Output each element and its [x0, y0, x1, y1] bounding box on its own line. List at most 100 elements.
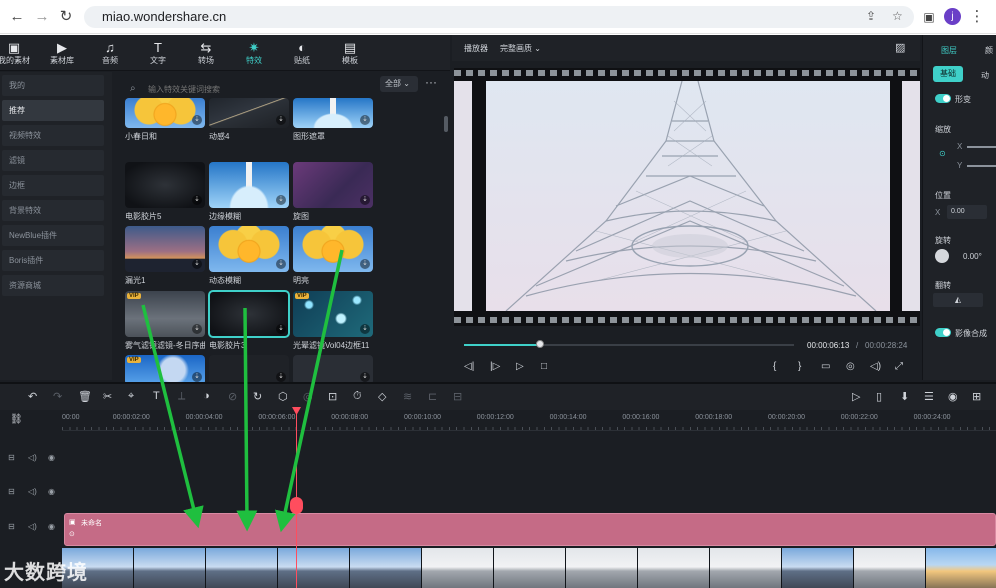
effect-thumbnail[interactable]: VIP ⇣ — [125, 291, 205, 337]
scale-x-slider[interactable] — [967, 146, 996, 148]
scale-y-slider[interactable] — [967, 165, 996, 167]
download-icon[interactable]: ⇣ — [360, 115, 370, 125]
timeline-tool-button[interactable]: ⏱ — [353, 390, 362, 403]
tab-effects[interactable]: ✷ 特效 — [232, 40, 276, 66]
effect-card[interactable]: ⇣ 动态模糊 — [209, 226, 289, 286]
download-icon[interactable]: ⇣ — [360, 259, 370, 269]
track-lock-icon[interactable]: ⊟ — [8, 487, 15, 496]
effect-thumbnail[interactable]: ⇣ — [208, 290, 290, 338]
effect-card[interactable]: ⇣ 旋图 — [293, 162, 373, 222]
effect-card[interactable]: ⇣ — [209, 355, 289, 385]
transform-toggle[interactable] — [935, 94, 951, 103]
tab-transition[interactable]: ⇆ 转场 — [184, 40, 228, 66]
track-audio-icon[interactable]: ◁) — [28, 453, 37, 462]
track-audio-icon[interactable]: ◁) — [28, 522, 37, 531]
effect-thumbnail[interactable]: VIP ⇣ — [125, 355, 205, 385]
playhead-handle[interactable] — [290, 497, 303, 514]
tab-layer[interactable]: 图层 — [941, 45, 957, 56]
timeline-right-tool-button[interactable]: ◉ — [948, 390, 958, 403]
timeline-tool-button[interactable]: ⊘ — [228, 390, 237, 403]
tab-music[interactable]: ♫ 音频 — [88, 40, 132, 66]
download-icon[interactable]: ⇣ — [192, 259, 202, 269]
tab-animation[interactable]: 动 — [981, 70, 989, 81]
sidebar-item[interactable]: NewBlue插件 — [2, 225, 104, 246]
tab-folder[interactable]: ▣ 我的素材 — [0, 40, 36, 66]
tab-text[interactable]: T 文字 — [136, 40, 180, 66]
download-icon[interactable]: ⇣ — [276, 259, 286, 269]
tab-basic[interactable]: 基础 — [933, 66, 963, 82]
effect-thumbnail[interactable]: VIP ⇣ — [293, 291, 373, 337]
timeline-tool-button[interactable]: ↷ — [53, 390, 62, 403]
menu-kebab-icon[interactable]: ⋮ — [968, 8, 986, 26]
link-icon[interactable]: ⛓ — [10, 414, 23, 425]
effect-card[interactable]: ⇣ 电影胶片3 — [208, 290, 290, 351]
download-icon[interactable]: ⇣ — [360, 372, 370, 382]
tab-media-library[interactable]: ▶ 素材库 — [40, 40, 84, 66]
effect-card[interactable]: ⇣ 图形遮罩 — [293, 98, 373, 142]
rotate-value[interactable]: 0.00° — [963, 252, 982, 261]
download-icon[interactable]: ⇣ — [276, 195, 286, 205]
track-audio-icon[interactable]: ◁) — [28, 487, 37, 496]
timeline-tool-button[interactable]: ⊡ — [328, 390, 337, 403]
quality-select[interactable]: 完整画质 ⌄ — [500, 43, 541, 54]
forward-icon[interactable]: → — [33, 8, 51, 26]
sidebar-item[interactable]: 边框 — [2, 175, 104, 196]
effect-card[interactable]: ⇣ 电影胶片5 — [125, 162, 205, 222]
timeline-right-tool-button[interactable]: ▯ — [876, 390, 882, 403]
bookmark-star-icon[interactable]: ☆ — [892, 9, 903, 23]
timeline-tool-button[interactable]: ≋ — [403, 390, 412, 403]
progress-handle[interactable] — [535, 340, 544, 348]
timeline-tool-button[interactable]: ↶ — [28, 390, 37, 403]
effect-card[interactable]: ⇣ 动感4 — [209, 98, 289, 142]
effect-thumbnail[interactable]: ⇣ — [293, 355, 373, 385]
sidebar-item[interactable]: 视频特效 — [2, 125, 104, 146]
effect-thumbnail[interactable]: ⇣ — [209, 355, 289, 385]
volume-button[interactable]: ◁) — [870, 361, 881, 372]
download-icon[interactable]: ⇣ — [192, 115, 202, 125]
tab-template[interactable]: ▤ 模板 — [328, 40, 372, 66]
effect-card[interactable]: ⇣ 小春日和 — [125, 98, 205, 142]
snapshot-button[interactable]: ◎ — [846, 361, 855, 372]
timeline-tool-button[interactable]: ⬡ — [278, 390, 288, 403]
effect-thumbnail[interactable]: ⇣ — [209, 98, 289, 128]
more-options-button[interactable]: ··· — [425, 75, 437, 89]
timeline-right-tool-button[interactable]: ⊞ — [972, 390, 981, 403]
sidebar-item[interactable]: 我的 — [2, 75, 104, 96]
timeline-tool-button[interactable]: ↻ — [253, 390, 262, 403]
download-icon[interactable]: ⇣ — [192, 372, 202, 382]
sidebar-item[interactable]: Boris插件 — [2, 250, 104, 271]
sidepanel-icon[interactable]: ▣ — [920, 8, 938, 26]
effect-thumbnail[interactable]: ⇣ — [209, 162, 289, 208]
timeline-tool-button[interactable]: ✂ — [103, 390, 112, 403]
download-icon[interactable]: ⇣ — [192, 195, 202, 205]
next-frame-button[interactable]: |▷ — [490, 361, 500, 372]
download-icon[interactable]: ⇣ — [360, 195, 370, 205]
display-button[interactable]: ▭ — [821, 361, 830, 372]
effects-scrollbar[interactable] — [444, 116, 448, 132]
track-eye-icon[interactable]: ◉ — [48, 522, 55, 531]
effect-thumbnail[interactable]: ⇣ — [125, 98, 205, 128]
mark-in-button[interactable]: { — [773, 361, 776, 372]
sidebar-item[interactable]: 背景特效 — [2, 200, 104, 221]
timeline-tool-button[interactable]: ⊟ — [453, 390, 462, 403]
profile-avatar[interactable]: j — [944, 8, 961, 25]
effect-card[interactable]: VIP ⇣ 雾气滤镜滤镜-冬日序曲 — [125, 291, 205, 351]
composite-toggle[interactable] — [935, 328, 951, 337]
share-icon[interactable]: ⇪ — [866, 9, 876, 23]
download-icon[interactable]: ⇣ — [276, 372, 286, 382]
timeline-tool-button[interactable]: 🗑 — [78, 390, 92, 403]
track-lock-icon[interactable]: ⊟ — [8, 453, 15, 462]
effect-thumbnail[interactable]: ⇣ — [125, 162, 205, 208]
lock-ratio-icon[interactable]: ⊙ — [939, 149, 946, 158]
address-bar[interactable]: miao.wondershare.cn ⇪ ☆ — [84, 6, 914, 28]
tab-sticker[interactable]: ◐ 贴纸 — [280, 40, 324, 66]
timeline-right-tool-button[interactable]: ☰ — [924, 390, 934, 403]
effect-card[interactable]: VIP ⇣ — [125, 355, 205, 385]
track-eye-icon[interactable]: ◉ — [48, 453, 55, 462]
timeline-tool-button[interactable]: ◑ — [203, 390, 210, 402]
timeline-tool-button[interactable]: T — [153, 390, 160, 402]
reload-icon[interactable]: ↻ — [57, 8, 75, 26]
effect-thumbnail[interactable]: ⇣ — [293, 162, 373, 208]
rotate-dial[interactable] — [935, 249, 949, 263]
mark-out-button[interactable]: } — [798, 361, 801, 372]
